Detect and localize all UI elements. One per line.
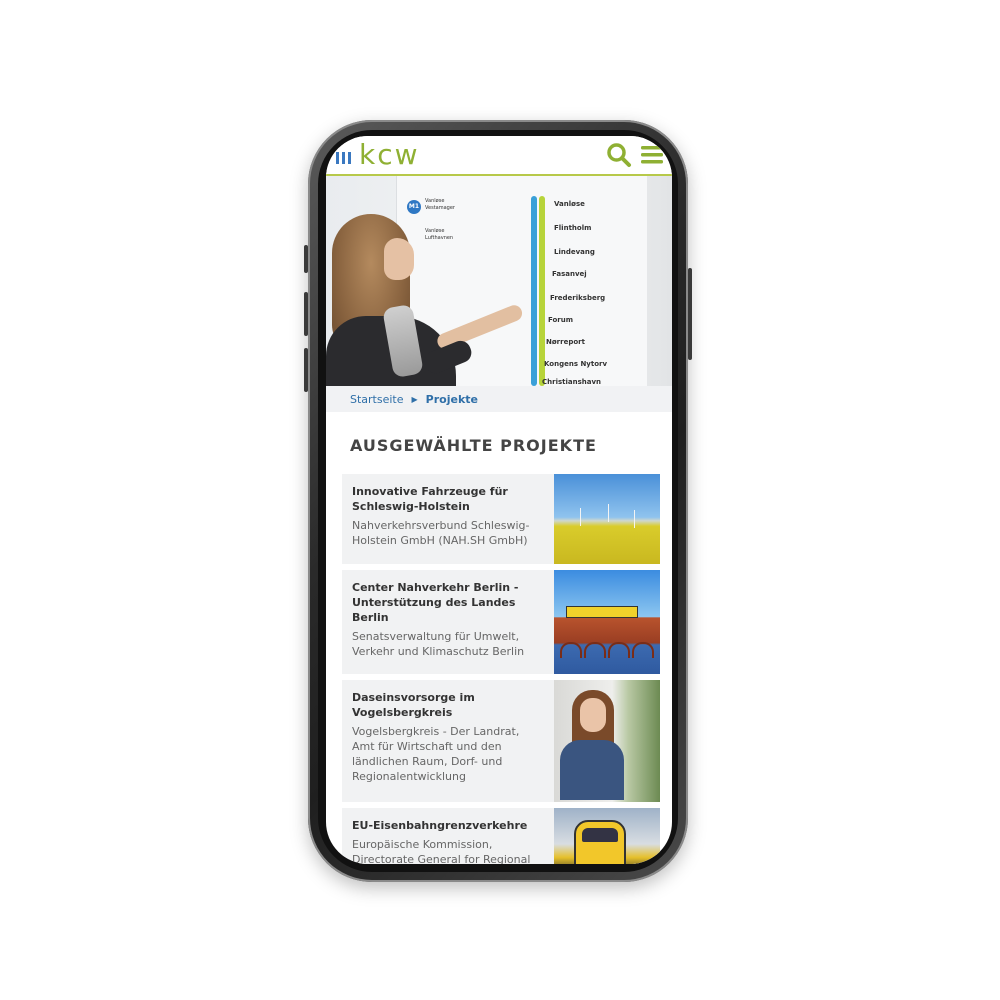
- station-label: Fasanvej: [552, 270, 587, 278]
- breadcrumb-home-link[interactable]: Startseite: [350, 393, 404, 406]
- project-client: Europäische Kommission, Directorate Gene…: [352, 838, 531, 864]
- phone-volume-down-button: [304, 348, 308, 392]
- project-card[interactable]: EU-Eisenbahngrenzverkehre Europäische Ko…: [342, 808, 660, 864]
- project-image-oberbaum-bridge: [554, 570, 660, 674]
- metro-badge: M1: [407, 200, 421, 214]
- project-image-girl-at-bus-stop: [554, 680, 660, 802]
- breadcrumb: Startseite ▶ Projekte: [326, 386, 672, 412]
- phone-screen: kcw M1 Vanløse Vestamager Vanløse Luftha…: [326, 136, 672, 864]
- metro-line-blue: [531, 196, 537, 386]
- phone-side-button: [304, 245, 308, 273]
- project-title: Innovative Fahrzeuge für Schleswig-Holst…: [352, 485, 508, 513]
- logo-bars-icon: [336, 152, 351, 164]
- project-list: Innovative Fahrzeuge für Schleswig-Holst…: [342, 474, 660, 864]
- station-label: Christianshavn: [542, 378, 602, 386]
- breadcrumb-current: Projekte: [425, 392, 478, 406]
- project-card[interactable]: Innovative Fahrzeuge für Schleswig-Holst…: [342, 474, 660, 564]
- chevron-right-icon: ▶: [411, 394, 418, 404]
- phone-power-button: [688, 268, 692, 360]
- search-icon[interactable]: [606, 142, 632, 168]
- project-image-rapeseed-field: [554, 474, 660, 564]
- station-label: Kongens Nytorv: [544, 360, 608, 368]
- sign-line-1: Vanløse: [425, 198, 445, 204]
- hero-image: M1 Vanløse Vestamager Vanløse Lufthavnen…: [326, 176, 672, 386]
- project-card[interactable]: Daseinsvorsorge im Vogelsbergkreis Vogel…: [342, 680, 660, 802]
- station-label: Lindevang: [554, 248, 595, 256]
- sign-line-4: Lufthavnen: [425, 235, 454, 241]
- metro-line-green: [539, 196, 545, 386]
- site-header: kcw: [326, 136, 672, 176]
- project-card[interactable]: Center Nahverkehr Berlin - Unterstützung…: [342, 570, 660, 674]
- project-client: Senatsverwaltung für Umwelt, Verkehr und…: [352, 630, 525, 658]
- kcw-logo[interactable]: kcw: [336, 140, 420, 170]
- station-label: Nørreport: [546, 338, 585, 346]
- station-label: Flintholm: [554, 224, 592, 232]
- hamburger-menu-icon[interactable]: [640, 144, 664, 166]
- project-client: Nahverkehrsverbund Schleswig-Holstein Gm…: [352, 519, 530, 547]
- station-label: Vanløse: [554, 200, 585, 208]
- sign-line-2: Vestamager: [425, 205, 455, 211]
- project-client: Vogelsbergkreis - Der Landrat, Amt für W…: [352, 725, 520, 783]
- phone-volume-up-button: [304, 292, 308, 336]
- project-title: Daseinsvorsorge im Vogelsbergkreis: [352, 691, 475, 719]
- logo-text: kcw: [359, 138, 420, 171]
- person-face: [384, 238, 414, 280]
- project-title: EU-Eisenbahngrenzverkehre: [352, 819, 528, 832]
- project-title: Center Nahverkehr Berlin - Unterstützung…: [352, 581, 519, 624]
- section-title: AUSGEWÄHLTE PROJEKTE: [350, 436, 597, 455]
- project-image-yellow-train: [554, 808, 660, 864]
- station-label: Forum: [548, 316, 574, 324]
- station-label: Frederiksberg: [550, 294, 606, 302]
- sign-line-3: Vanløse: [425, 228, 445, 234]
